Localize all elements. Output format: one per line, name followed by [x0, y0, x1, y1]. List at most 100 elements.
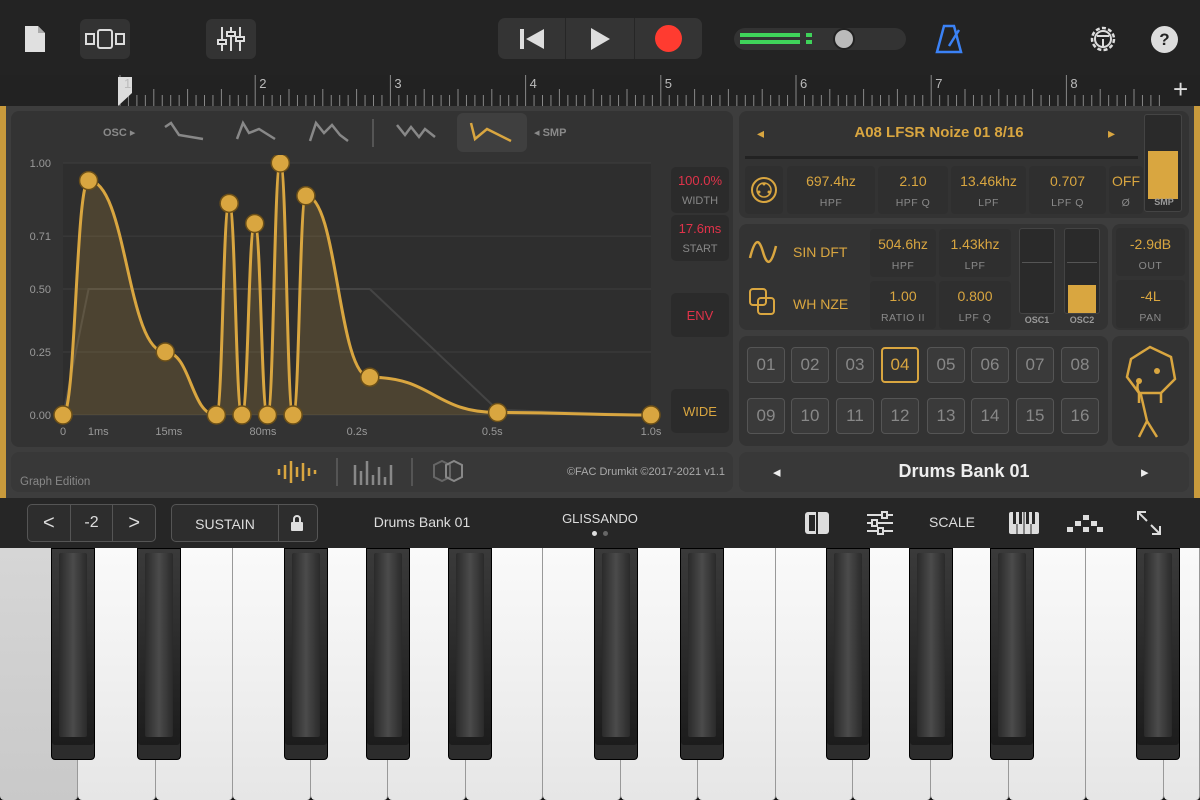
filter-icon-cell[interactable]	[745, 166, 783, 214]
black-key[interactable]	[51, 548, 95, 760]
envelope-point[interactable]	[155, 342, 176, 362]
sample-next-button[interactable]: ▸	[1108, 125, 1115, 142]
octave-value: -2	[71, 505, 114, 541]
wave-shape-3-icon[interactable]	[306, 117, 354, 147]
graph-footer: Graph Edition ©FAC Drumkit ©2017-2021 v1…	[11, 452, 733, 492]
lock-icon[interactable]	[290, 515, 304, 536]
start-value: 17.6ms	[678, 221, 722, 236]
hexagon-view-icon[interactable]	[426, 457, 474, 487]
ruler-label: 2	[259, 76, 267, 91]
wave-shape-5-selected[interactable]	[457, 113, 527, 152]
record-icon[interactable]	[635, 18, 702, 59]
envelope-point[interactable]	[641, 405, 661, 425]
sample-prev-button[interactable]: ◂	[757, 125, 764, 142]
expand-icon[interactable]	[1136, 510, 1162, 541]
black-key[interactable]	[990, 548, 1034, 760]
black-key[interactable]	[137, 548, 181, 760]
env-button[interactable]: ENV	[671, 293, 729, 337]
drum-pad-08[interactable]: 08	[1061, 347, 1099, 383]
controls-icon[interactable]	[866, 511, 894, 540]
arpeggiator-icon[interactable]	[1066, 512, 1104, 539]
wave-shape-4-icon[interactable]	[393, 117, 441, 147]
drum-pad-09[interactable]: 09	[747, 398, 785, 434]
wide-button[interactable]: WIDE	[671, 389, 729, 433]
volume-knob[interactable]	[832, 28, 855, 50]
wave-shape-1-icon[interactable]	[161, 117, 209, 147]
master-volume-slider[interactable]	[734, 28, 906, 50]
drum-pad-04[interactable]: 04	[881, 347, 919, 383]
osc1-name[interactable]: SIN DFT	[793, 244, 847, 260]
waveform-view-icon[interactable]	[275, 457, 323, 487]
black-key[interactable]	[448, 548, 492, 760]
drum-pad-14[interactable]: 14	[971, 398, 1009, 434]
drum-pad-02[interactable]: 02	[791, 347, 829, 383]
osc2-level-fill	[1068, 285, 1096, 313]
sustain-button[interactable]: SUSTAIN	[171, 504, 318, 542]
start-control[interactable]: 17.6ms START	[671, 215, 729, 261]
width-control[interactable]: 100.0% WIDTH	[671, 167, 729, 213]
smp-label: SMP	[1154, 197, 1174, 207]
black-key[interactable]	[826, 548, 870, 760]
black-key[interactable]	[284, 548, 328, 760]
drum-hand-icon[interactable]	[1117, 341, 1184, 441]
play-icon[interactable]	[566, 18, 635, 59]
timeline-ruler[interactable]: + 1 2 3 4 5 6 7 8	[0, 75, 1200, 106]
envelope-point[interactable]	[219, 193, 239, 214]
drum-pad-16[interactable]: 16	[1061, 398, 1099, 434]
bank-prev-button[interactable]: ◂	[773, 463, 781, 481]
envelope-point[interactable]	[487, 402, 508, 423]
envelope-point[interactable]	[257, 405, 278, 425]
black-key[interactable]	[594, 548, 638, 760]
page-dot[interactable]	[603, 531, 608, 536]
envelope-graph[interactable]: 1.00 0.71 0.50 0.25 0.00 0 1ms 15ms 80ms 0.2s 0.5s…	[11, 155, 661, 447]
tracks-view-icon[interactable]	[80, 19, 130, 59]
help-icon[interactable]: ?	[1151, 26, 1178, 53]
split-view-icon[interactable]	[804, 511, 830, 540]
bank-next-button[interactable]: ▸	[1141, 463, 1149, 481]
piano-keyboard[interactable]	[0, 548, 1200, 800]
mixer-icon[interactable]	[206, 19, 256, 59]
rewind-icon[interactable]	[498, 18, 567, 59]
noise-icon	[747, 286, 779, 318]
osc-label: OSC ▸	[103, 127, 136, 139]
envelope-point[interactable]	[360, 367, 380, 387]
bars-view-icon[interactable]	[351, 457, 399, 487]
glissando-label[interactable]: GLISSANDO	[540, 511, 660, 526]
envelope-point[interactable]	[296, 186, 316, 206]
octave-up-button[interactable]: >	[113, 505, 155, 541]
drum-pad-07[interactable]: 07	[1016, 347, 1054, 383]
drum-pad-05[interactable]: 05	[927, 347, 965, 383]
drum-pad-11[interactable]: 11	[836, 398, 874, 434]
envelope-point[interactable]	[270, 155, 291, 173]
page-dot-active[interactable]	[592, 531, 597, 536]
metronome-icon[interactable]	[932, 22, 966, 56]
envelope-point[interactable]	[53, 405, 73, 425]
octave-down-button[interactable]: <	[28, 505, 71, 541]
add-section-button[interactable]: +	[1173, 76, 1188, 102]
black-key[interactable]	[680, 548, 724, 760]
black-key[interactable]	[909, 548, 953, 760]
keyboard-icon[interactable]	[1008, 511, 1040, 540]
drum-pad-12[interactable]: 12	[881, 398, 919, 434]
envelope-point[interactable]	[283, 405, 303, 425]
envelope-point[interactable]	[232, 405, 252, 425]
osc1-level-meter[interactable]	[1019, 228, 1055, 314]
drum-pad-15[interactable]: 15	[1016, 398, 1054, 434]
envelope-point[interactable]	[244, 213, 265, 234]
wave-shape-2-icon[interactable]	[233, 117, 281, 147]
drum-pad-10[interactable]: 10	[791, 398, 829, 434]
drum-pad-01[interactable]: 01	[747, 347, 785, 383]
black-key[interactable]	[1136, 548, 1180, 760]
black-key[interactable]	[366, 548, 410, 760]
smp-level-meter[interactable]: SMP	[1144, 114, 1182, 212]
drum-pad-06[interactable]: 06	[971, 347, 1009, 383]
envelope-point[interactable]	[78, 170, 99, 191]
document-icon[interactable]	[20, 22, 50, 56]
osc2-level-meter[interactable]	[1064, 228, 1100, 314]
settings-icon[interactable]	[1086, 22, 1120, 56]
drum-pad-13[interactable]: 13	[927, 398, 965, 434]
drum-pad-03[interactable]: 03	[836, 347, 874, 383]
scale-button[interactable]: SCALE	[916, 514, 988, 530]
osc2-name[interactable]: WH NZE	[793, 296, 848, 312]
envelope-point[interactable]	[206, 405, 227, 425]
